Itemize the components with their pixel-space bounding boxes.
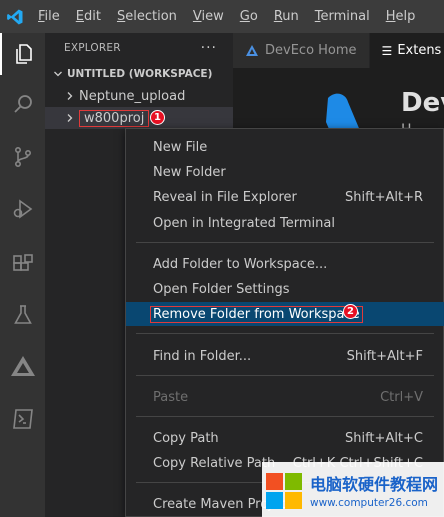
menu-help[interactable]: Help (378, 0, 424, 33)
workspace-title: UNTITLED (WORKSPACE) (67, 68, 213, 80)
context-menu: New File New Folder Reveal in File Explo… (125, 128, 444, 517)
chevron-right-icon (63, 113, 77, 123)
annotation-badge-2: 2 (343, 304, 358, 319)
list-icon: ☰ (381, 43, 393, 58)
folder-label: Neptune_upload (79, 88, 186, 104)
source-control-icon[interactable] (0, 136, 45, 178)
tab-deveco-home[interactable]: DevEco Home (233, 33, 370, 68)
folder-item-w800proj[interactable]: w800proj (45, 107, 233, 129)
chevron-right-icon (63, 91, 77, 101)
folder-item-neptune-upload[interactable]: Neptune_upload (45, 85, 233, 107)
menu-item-copy-path[interactable]: Copy Path Shift+Alt+C (126, 426, 444, 450)
folder-label: w800proj (79, 109, 150, 127)
shortcut: Shift+Alt+F (346, 348, 423, 364)
menu-item-open-in-terminal[interactable]: Open in Integrated Terminal (126, 211, 444, 235)
sidebar-title: EXPLORER (64, 42, 121, 54)
tab-label: Extens (397, 43, 442, 58)
menu-item-add-folder[interactable]: Add Folder to Workspace... (126, 252, 444, 276)
menu-go[interactable]: Go (232, 0, 266, 33)
sidebar-header: EXPLORER ··· (45, 33, 233, 63)
menu-item-open-folder-settings[interactable]: Open Folder Settings (126, 277, 444, 301)
menu-item-paste[interactable]: Paste Ctrl+V (126, 385, 444, 409)
terminal-icon[interactable] (0, 398, 45, 440)
menu-run[interactable]: Run (266, 0, 307, 33)
windows-logo-icon (264, 470, 304, 510)
search-icon[interactable] (0, 83, 45, 125)
workspace-header[interactable]: UNTITLED (WORKSPACE) (45, 63, 233, 85)
shortcut: Ctrl+V (380, 389, 423, 405)
activity-bar (0, 33, 45, 517)
editor-heading: Dev (401, 88, 444, 118)
chevron-down-icon (51, 69, 65, 79)
shortcut: Shift+Alt+R (345, 189, 423, 205)
extensions-icon[interactable] (0, 243, 45, 285)
menu-bar: File Edit Selection View Go Run Terminal… (30, 0, 423, 33)
watermark-url: www.computer26.com (310, 496, 428, 509)
menu-item-find-in-folder[interactable]: Find in Folder... Shift+Alt+F (126, 344, 444, 368)
menu-item-remove-folder[interactable]: Remove Folder from Workspace (126, 302, 444, 326)
tab-label: DevEco Home (265, 43, 357, 58)
more-actions-icon[interactable]: ··· (201, 40, 217, 56)
watermark: 电脑软硬件教程网 www.computer26.com (262, 462, 444, 517)
deveco-icon[interactable] (0, 345, 45, 387)
run-debug-icon[interactable] (0, 188, 45, 230)
testing-flask-icon[interactable] (0, 294, 45, 336)
menu-selection[interactable]: Selection (109, 0, 185, 33)
menu-separator (136, 333, 434, 334)
deveco-tab-icon (246, 44, 258, 56)
menu-terminal[interactable]: Terminal (307, 0, 378, 33)
annotation-badge-1: 1 (150, 110, 165, 125)
menu-edit[interactable]: Edit (68, 0, 109, 33)
menu-separator (136, 375, 434, 376)
watermark-title: 电脑软硬件教程网 (310, 474, 439, 494)
menu-view[interactable]: View (185, 0, 232, 33)
menu-file[interactable]: File (30, 0, 68, 33)
explorer-icon[interactable] (0, 33, 45, 75)
vscode-logo-icon (0, 0, 30, 33)
menu-item-reveal-in-explorer[interactable]: Reveal in File Explorer Shift+Alt+R (126, 185, 444, 209)
shortcut: Shift+Alt+C (344, 430, 423, 446)
menu-item-new-file[interactable]: New File (126, 135, 444, 159)
menu-item-new-folder[interactable]: New Folder (126, 160, 444, 184)
tab-extensions[interactable]: ☰ Extens (369, 33, 444, 68)
editor-tabs: DevEco Home ☰ Extens (233, 33, 444, 68)
menu-separator (136, 242, 434, 243)
menu-separator (136, 416, 434, 417)
title-bar: File Edit Selection View Go Run Terminal… (0, 0, 444, 33)
